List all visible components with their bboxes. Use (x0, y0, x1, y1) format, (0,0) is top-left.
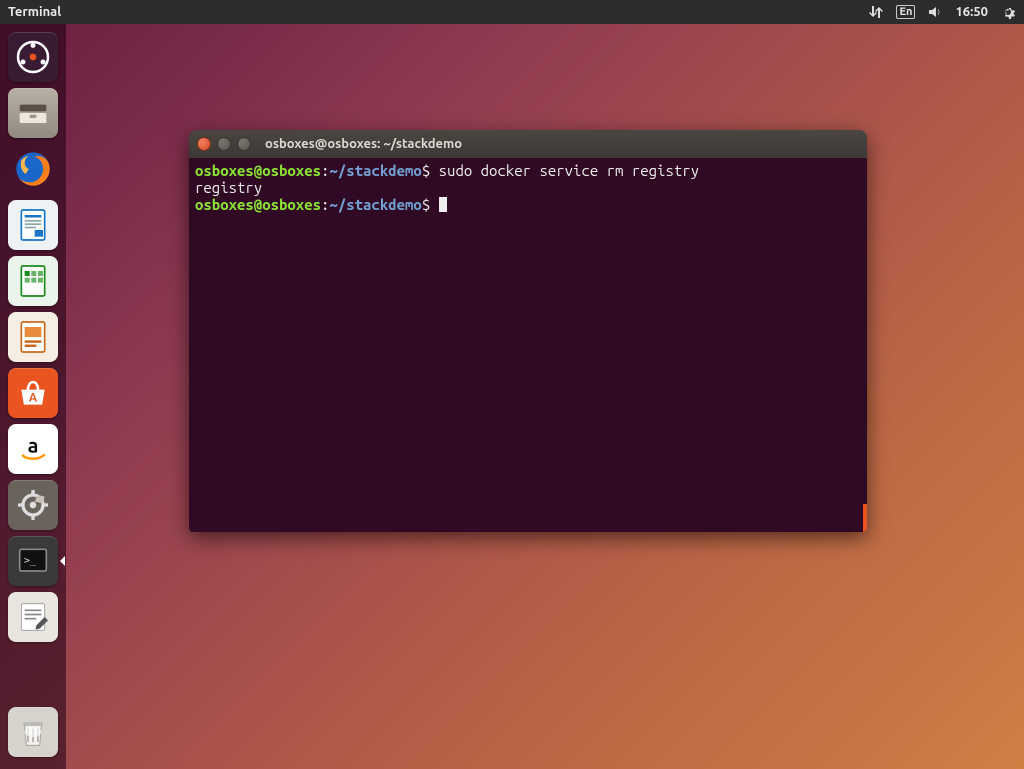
launcher: A a >_ (0, 24, 66, 769)
files-icon[interactable] (8, 88, 58, 138)
settings-icon[interactable] (8, 480, 58, 530)
network-icon[interactable] (868, 4, 884, 20)
active-app-title: Terminal (8, 5, 61, 19)
minimize-icon[interactable] (217, 137, 231, 151)
keyboard-layout-indicator[interactable]: En (896, 5, 915, 19)
window-titlebar[interactable]: osboxes@osboxes: ~/stackdemo (189, 130, 867, 158)
svg-text:A: A (29, 391, 38, 404)
command-line-1: sudo docker service rm registry (439, 162, 699, 179)
writer-icon[interactable] (8, 200, 58, 250)
prompt-user-host: osboxes@osboxes (195, 162, 321, 179)
top-menubar: Terminal En 16:50 (0, 0, 1024, 24)
terminal-icon[interactable]: >_ (8, 536, 58, 586)
system-gear-icon[interactable] (1000, 4, 1016, 20)
clock[interactable]: 16:50 (955, 5, 988, 19)
sound-icon[interactable] (927, 4, 943, 20)
amazon-icon[interactable]: a (8, 424, 58, 474)
window-title: osboxes@osboxes: ~/stackdemo (265, 137, 462, 151)
terminal-window: osboxes@osboxes: ~/stackdemo osboxes@osb… (189, 130, 867, 532)
close-icon[interactable] (197, 137, 211, 151)
svg-text:a: a (28, 433, 39, 456)
prompt-path: ~/stackdemo (329, 162, 421, 179)
software-center-icon[interactable]: A (8, 368, 58, 418)
dash-icon[interactable] (8, 32, 58, 82)
terminal-body[interactable]: osboxes@osboxes:~/stackdemo$ sudo docker… (189, 158, 867, 532)
impress-icon[interactable] (8, 312, 58, 362)
svg-text:>_: >_ (24, 556, 37, 567)
maximize-icon[interactable] (237, 137, 251, 151)
cursor (439, 197, 447, 212)
firefox-icon[interactable] (8, 144, 58, 194)
text-editor-icon[interactable] (8, 592, 58, 642)
calc-icon[interactable] (8, 256, 58, 306)
trash-icon[interactable] (8, 707, 58, 757)
output-line-1: registry (195, 179, 262, 196)
